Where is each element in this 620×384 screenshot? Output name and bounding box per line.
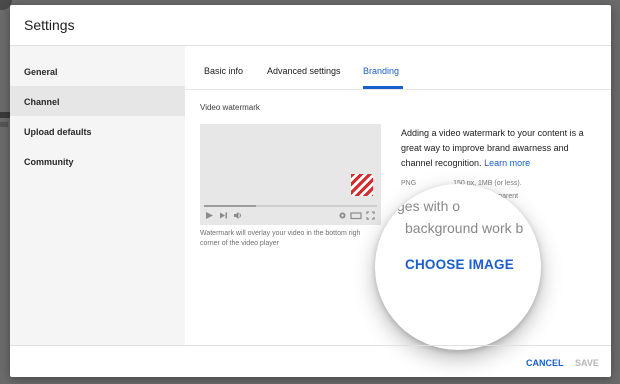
settings-dialog: Settings General Channel Upload defaults… (10, 5, 611, 377)
sidebar-item-label: General (24, 67, 58, 77)
tab-advanced-settings[interactable]: Advanced settings (267, 66, 341, 76)
sidebar-item-general[interactable]: General (10, 56, 185, 86)
progress-fill (204, 205, 256, 207)
watermark-preview (351, 174, 373, 196)
active-tab-indicator (363, 86, 403, 89)
dialog-footer: CANCEL SAVE (10, 345, 611, 377)
next-icon (219, 211, 228, 220)
watermark-description: Adding a video watermark to your content… (401, 126, 591, 171)
watermark-helper-text: Watermark will overlay your video in the… (200, 229, 385, 249)
dialog-title: Settings (24, 17, 75, 33)
sidebar-item-label: Community (24, 157, 74, 167)
tab-branding[interactable]: Branding (363, 66, 399, 76)
settings-sidebar: General Channel Upload defaults Communit… (10, 46, 185, 345)
progress-bar (204, 205, 377, 207)
background-text (0, 112, 10, 118)
theater-mode-icon (350, 211, 362, 220)
sidebar-item-upload-defaults[interactable]: Upload defaults (10, 116, 185, 146)
fullscreen-icon (366, 211, 375, 220)
dialog-header: Settings (10, 5, 611, 46)
magnifier-lens: ges with o background work b CHOOSE IMAG… (375, 184, 541, 350)
save-button[interactable]: SAVE (575, 358, 599, 368)
settings-content: Basic info Advanced settings Branding Vi… (185, 46, 611, 350)
helper-line: Watermark will overlay your video in the… (200, 230, 361, 237)
tab-basic-info[interactable]: Basic info (204, 66, 243, 76)
learn-more-link[interactable]: Learn more (484, 158, 530, 168)
sidebar-item-channel[interactable]: Channel (10, 86, 185, 116)
sidebar-item-community[interactable]: Community (10, 146, 185, 176)
volume-icon (233, 211, 242, 220)
background-text (0, 122, 8, 127)
section-label: Video watermark (200, 103, 260, 112)
helper-line: corner of the video player (200, 240, 279, 247)
gear-icon (338, 211, 347, 220)
sidebar-item-label: Upload defaults (24, 127, 92, 137)
cancel-button[interactable]: CANCEL (526, 358, 564, 368)
tab-bar: Basic info Advanced settings Branding (185, 46, 611, 90)
play-icon (205, 211, 214, 220)
magnified-text: background work b (405, 220, 524, 236)
video-preview (200, 124, 381, 225)
choose-image-button[interactable]: CHOOSE IMAGE (405, 257, 514, 272)
magnified-text: ges with o (397, 198, 461, 214)
sidebar-item-label: Channel (24, 97, 60, 107)
